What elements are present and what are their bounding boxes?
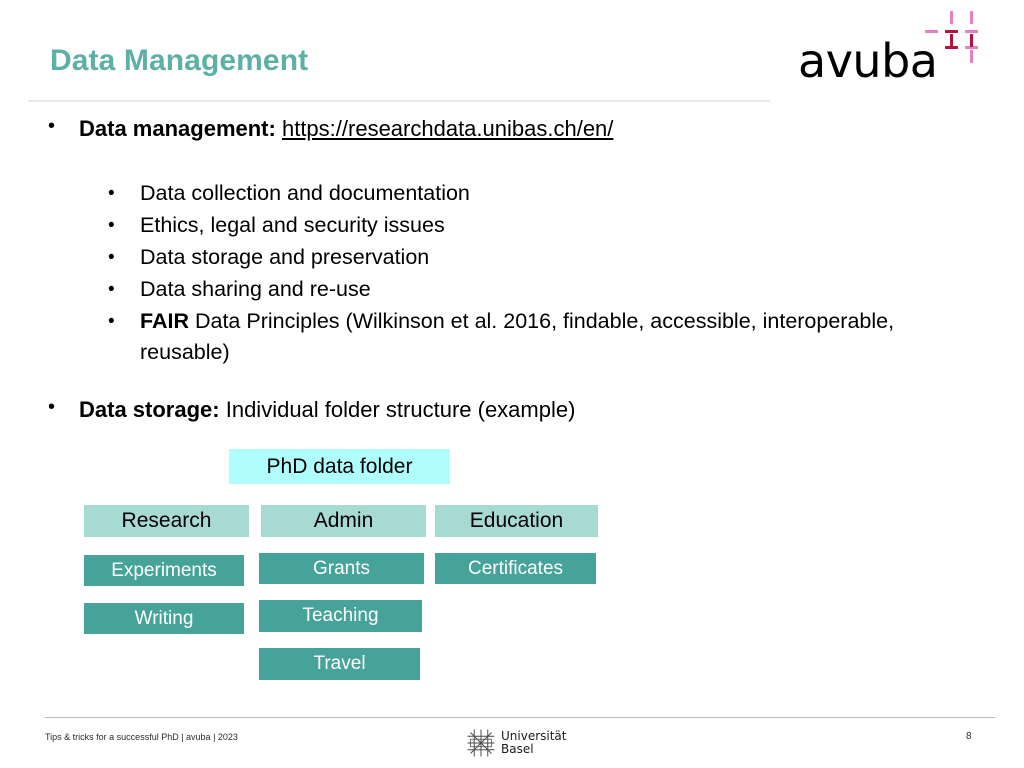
folder-box-teaching[interactable]: Teaching — [259, 600, 422, 632]
list-item-label: Data sharing and re-use — [140, 277, 371, 301]
list-item: • Data collection and documentation — [108, 178, 908, 209]
footer-divider — [45, 717, 995, 718]
fair-emphasis: FAIR — [140, 309, 189, 333]
bullet-glyph-icon: • — [108, 183, 115, 204]
fair-rest: Data Principles (Wilkinson et al. 2016, … — [140, 309, 895, 364]
avuba-wordmark: avuba — [798, 34, 938, 88]
bullet-glyph-icon: • — [48, 115, 56, 137]
list-item: • Data sharing and re-use — [108, 274, 908, 305]
list-item-label: Ethics, legal and security issues — [140, 213, 445, 237]
bullet-glyph-icon: • — [108, 215, 115, 236]
page-title: Data Management — [50, 44, 309, 77]
folder-box-root[interactable]: PhD data folder — [229, 449, 450, 484]
unibas-snowflake-icon — [467, 729, 495, 757]
folder-box-education[interactable]: Education — [435, 505, 598, 537]
bullet-glyph-icon: • — [108, 247, 115, 268]
folder-box-experiments[interactable]: Experiments — [84, 555, 244, 586]
folder-box-certificates[interactable]: Certificates — [435, 553, 596, 584]
folder-box-grants[interactable]: Grants — [259, 553, 424, 584]
bullet-data-management: • Data management: https://researchdata.… — [48, 115, 613, 143]
folder-box-writing[interactable]: Writing — [84, 603, 244, 634]
sub-bullet-list: • Data collection and documentation • Et… — [108, 178, 908, 369]
list-item: • FAIR Data Principles (Wilkinson et al.… — [108, 306, 908, 368]
bullet-data-storage: • Data storage: Individual folder struct… — [48, 396, 575, 424]
slide-canvas: Data Management avuba • Data management:… — [0, 0, 1024, 768]
folder-box-research[interactable]: Research — [84, 505, 249, 537]
page-number: 8 — [966, 731, 972, 742]
folder-box-travel[interactable]: Travel — [259, 648, 420, 680]
list-item: • Data storage and preservation — [108, 242, 908, 273]
bullet-data-storage-rest: Individual folder structure (example) — [225, 397, 576, 422]
list-item-label: Data collection and documentation — [140, 181, 470, 205]
title-divider — [28, 100, 770, 102]
bullet-data-storage-text: Data storage: Individual folder structur… — [79, 396, 575, 424]
bullet-data-storage-label: Data storage: — [79, 397, 220, 422]
bullet-glyph-icon: • — [108, 279, 115, 300]
folder-box-admin[interactable]: Admin — [261, 505, 426, 537]
bullet-data-management-label: Data management: — [79, 116, 276, 141]
list-item-label-fair: FAIR Data Principles (Wilkinson et al. 2… — [140, 306, 900, 368]
footer-caption: Tips & tricks for a successful PhD | avu… — [45, 732, 238, 742]
bullet-glyph-icon: • — [48, 396, 56, 418]
list-item: • Ethics, legal and security issues — [108, 210, 908, 241]
list-item-label: Data storage and preservation — [140, 245, 430, 269]
bullet-glyph-icon: • — [108, 311, 115, 332]
avuba-logo: avuba — [792, 8, 982, 90]
bullet-data-management-text: Data management: https://researchdata.un… — [79, 115, 613, 143]
researchdata-link[interactable]: https://researchdata.unibas.ch/en/ — [282, 116, 613, 141]
unibas-logo: Universität Basel — [466, 726, 567, 760]
unibas-line-2: Basel — [501, 742, 534, 756]
